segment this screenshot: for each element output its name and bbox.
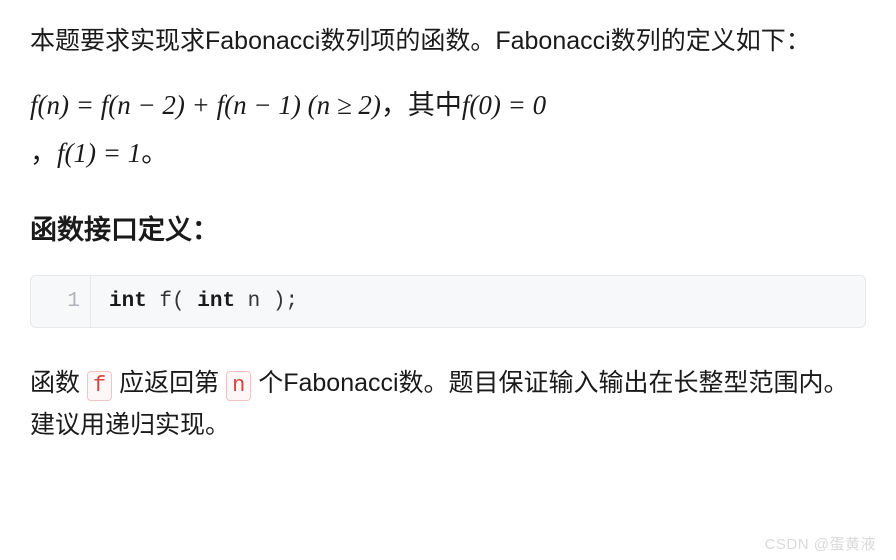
inline-code-n: n	[226, 371, 251, 402]
code-body: int f( int n );	[91, 276, 316, 327]
formula-sep2: ，	[30, 138, 57, 168]
code-block: 1 int f( int n );	[30, 275, 866, 328]
problem-intro: 本题要求实现求Fabonacci数列项的函数。Fabonacci数列的定义如下：	[30, 20, 866, 63]
formula-f0: f(0) = 0	[462, 90, 546, 120]
formula-end: 。	[141, 138, 168, 168]
formula-sep1: ，其中	[381, 90, 462, 120]
description: 函数 f 应返回第 n 个Fabonacci数。题目保证输入输出在长整型范围内。…	[30, 362, 866, 447]
formula-block: f(n) = f(n − 2) + f(n − 1) (n ≥ 2)，其中f(0…	[30, 81, 866, 178]
code-rest: n );	[235, 290, 298, 313]
inline-code-f: f	[87, 371, 112, 402]
formula-f1: f(1) = 1	[57, 138, 141, 168]
code-line-number: 1	[31, 276, 91, 327]
desc-part2: 应返回第	[112, 369, 226, 397]
interface-heading: 函数接口定义：	[30, 208, 866, 247]
code-keyword-int-1: int	[109, 290, 147, 313]
desc-part1: 函数	[30, 369, 87, 397]
code-fn: f(	[147, 290, 197, 313]
formula-main: f(n) = f(n − 2) + f(n − 1) (n ≥ 2)	[30, 90, 381, 120]
code-keyword-int-2: int	[197, 290, 235, 313]
watermark: CSDN @蛋黄液	[765, 533, 876, 554]
